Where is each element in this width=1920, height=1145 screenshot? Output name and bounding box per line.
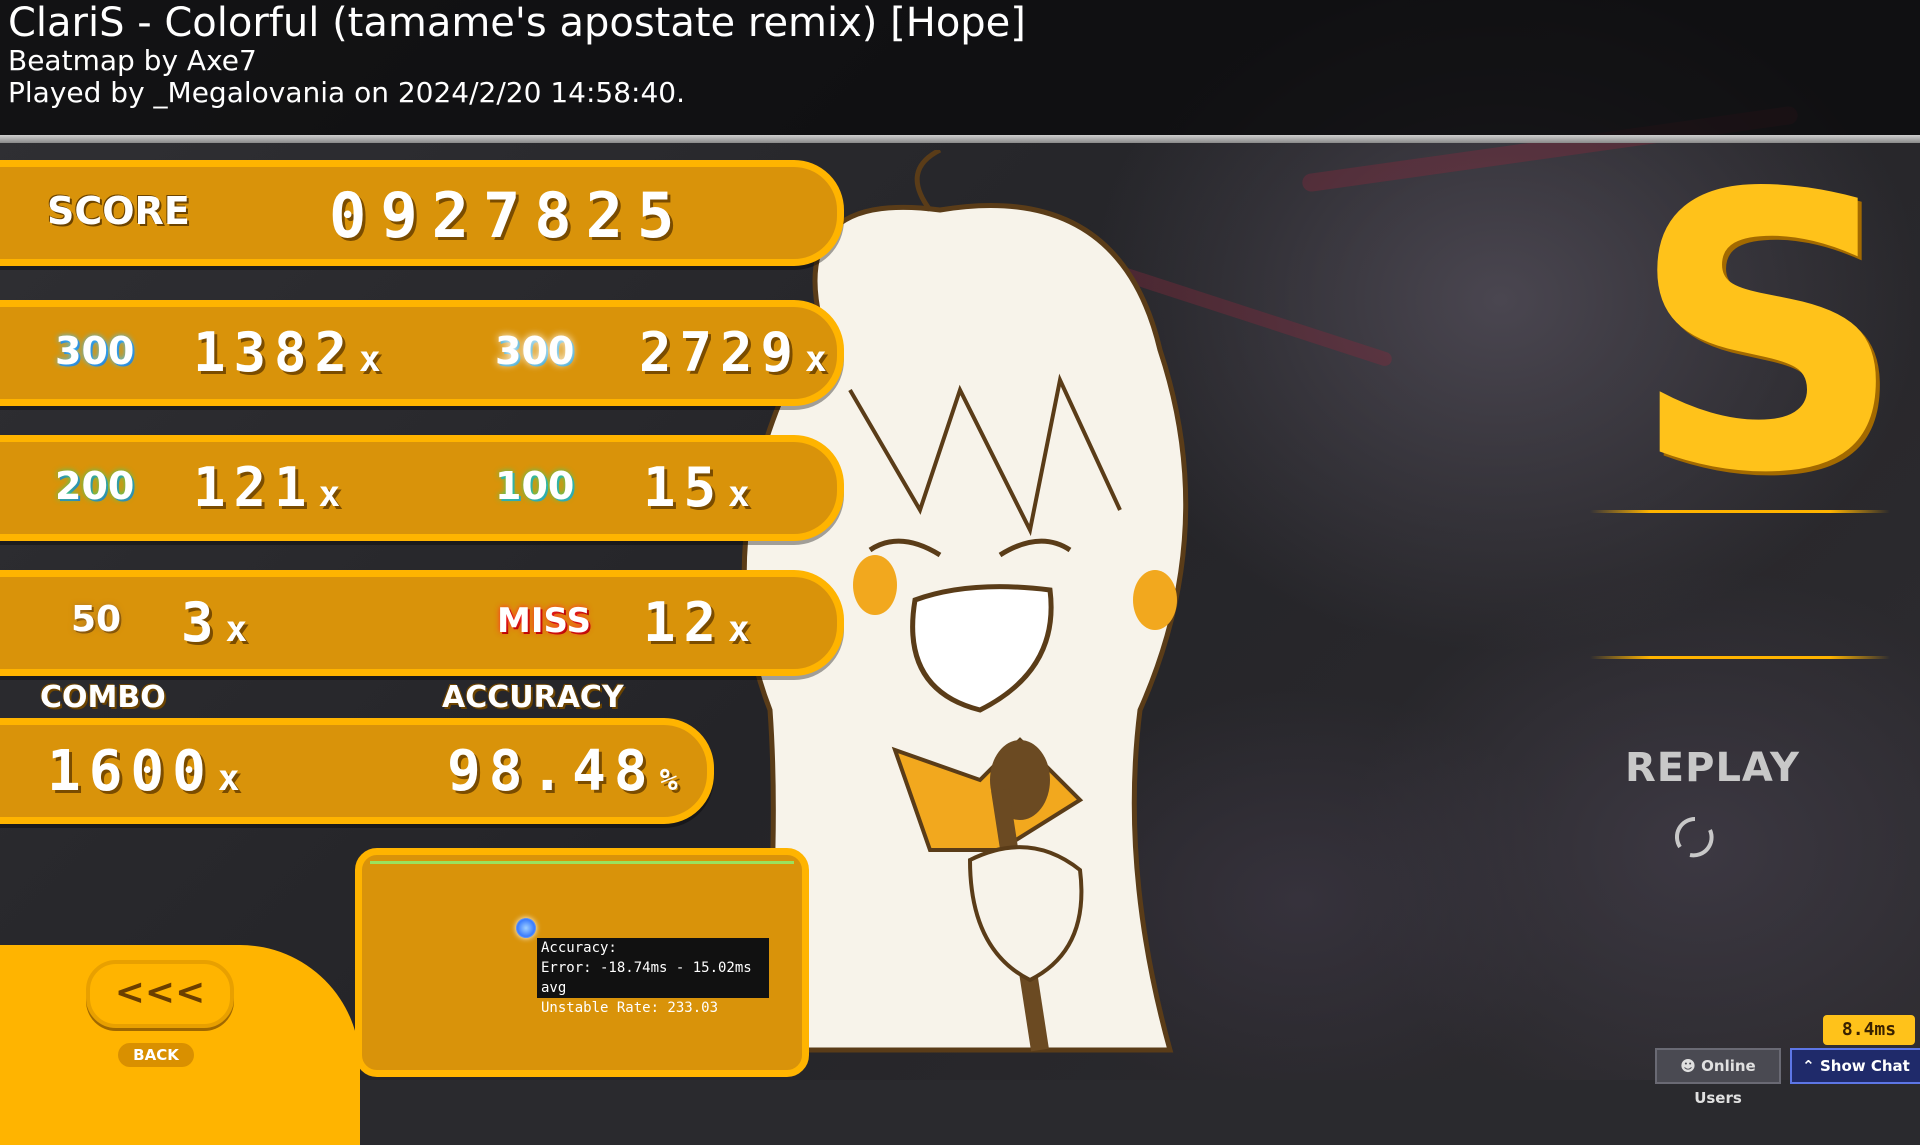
score-label: SCORE xyxy=(47,189,190,233)
loading-spinner-icon xyxy=(1674,816,1714,858)
accuracy-value: 98.48% xyxy=(447,739,678,804)
beatmap-author: Beatmap by Axe7 xyxy=(8,44,257,77)
hit50-icon: 50 xyxy=(71,599,122,640)
rank-divider xyxy=(1590,656,1890,659)
play-info: Played by _Megalovania on 2024/2/20 14:5… xyxy=(8,76,685,109)
hit100-count: 15 x xyxy=(643,456,750,519)
combo-accuracy-panel: 1600 x 98.48% xyxy=(0,718,714,824)
tooltip-line1: Accuracy: xyxy=(541,940,617,956)
back-button[interactable]: <<< xyxy=(86,960,234,1028)
frame-time-badge: 8.4ms xyxy=(1823,1015,1915,1045)
katu-count: 121 x xyxy=(193,456,341,519)
hit300-count: 1382 x xyxy=(193,321,381,384)
miss-count: 12 x xyxy=(643,591,750,654)
tooltip-line3: Unstable Rate: 233.03 xyxy=(541,1000,719,1016)
graph-line xyxy=(370,861,794,864)
hits-row-100: 200 121 x 100 15 x xyxy=(0,435,844,541)
online-users-button[interactable]: ☻ Online Users xyxy=(1655,1048,1781,1107)
replay-button[interactable]: REPLAY xyxy=(1625,745,1800,791)
katu-icon: 200 xyxy=(55,464,135,508)
rank-grade: S xyxy=(1630,113,1904,556)
hits-row-300: 300 1382 x 300 2729 x xyxy=(0,300,844,406)
geki-count: 2729 x xyxy=(639,321,827,384)
users-icon: ☻ xyxy=(1680,1057,1696,1075)
hit50-count: 3x xyxy=(181,591,248,654)
hits-row-miss: 50 3x MISS 12 x xyxy=(0,570,844,676)
hit100-icon: 100 xyxy=(495,464,575,508)
back-label[interactable]: BACK xyxy=(118,1043,194,1067)
cursor-icon xyxy=(516,918,536,938)
score-value: 0927825 xyxy=(329,179,689,252)
chevron-up-icon: ⌃ xyxy=(1802,1057,1815,1075)
tooltip-line2: Error: -18.74ms - 15.02ms avg xyxy=(541,960,752,996)
song-title: ClariS - Colorful (tamame's apostate rem… xyxy=(8,0,1026,46)
combo-label: COMBO xyxy=(40,680,166,715)
geki-icon: 300 xyxy=(495,329,575,373)
score-panel: SCORE 0927825 xyxy=(0,160,844,266)
accuracy-label: ACCURACY xyxy=(442,680,624,715)
miss-icon: MISS xyxy=(497,601,591,641)
combo-value: 1600 x xyxy=(47,739,240,804)
accuracy-tooltip: Accuracy: Error: -18.74ms - 15.02ms avg … xyxy=(537,938,769,1016)
hit300-icon: 300 xyxy=(55,329,135,373)
show-chat-button[interactable]: ⌃ Show Chat xyxy=(1790,1048,1920,1084)
rank-divider xyxy=(1590,510,1890,513)
